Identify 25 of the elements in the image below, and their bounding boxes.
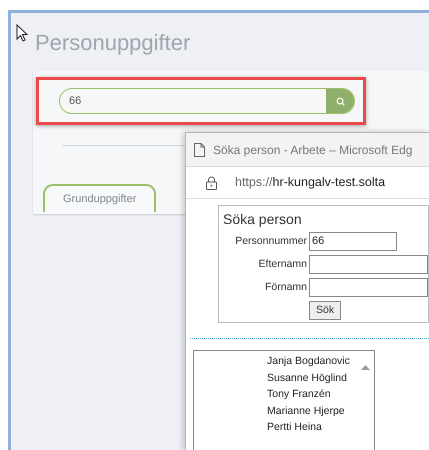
url-text: https://hr-kungalv-test.solta: [235, 174, 386, 192]
popup-title: Söka person - Arbete – Microsoft Edg: [213, 142, 412, 158]
form-title: Söka person: [223, 210, 302, 229]
list-item[interactable]: Susanne Höglind: [267, 370, 347, 386]
page-icon: [194, 142, 205, 156]
list-item[interactable]: Tony Franzén: [267, 386, 331, 402]
search-button[interactable]: [326, 89, 354, 113]
list-item[interactable]: Marianne Hjerpe: [267, 402, 345, 419]
page-title: Personuppgifter: [35, 29, 190, 57]
lock-icon: [206, 176, 217, 190]
list-item[interactable]: Janja Bogdanovic: [267, 353, 350, 370]
search-submit-button[interactable]: Sök: [309, 301, 342, 320]
input-field[interactable]: 66: [309, 232, 397, 251]
field-label: Personnummer: [234, 234, 307, 249]
search-field[interactable]: 66: [59, 88, 355, 114]
scroll-up-arrow-icon[interactable]: [361, 365, 370, 370]
field-label: Efternamn: [258, 256, 307, 272]
cursor-icon: [16, 24, 28, 42]
input-field[interactable]: [309, 255, 428, 274]
search-icon: [336, 96, 344, 106]
search-value: 66: [69, 94, 82, 109]
list-item[interactable]: Pertti Heina: [267, 419, 322, 436]
tab[interactable]: Grunduppgifter: [43, 184, 156, 212]
field-label: Förnamn: [264, 280, 307, 295]
input-field[interactable]: [309, 278, 428, 297]
